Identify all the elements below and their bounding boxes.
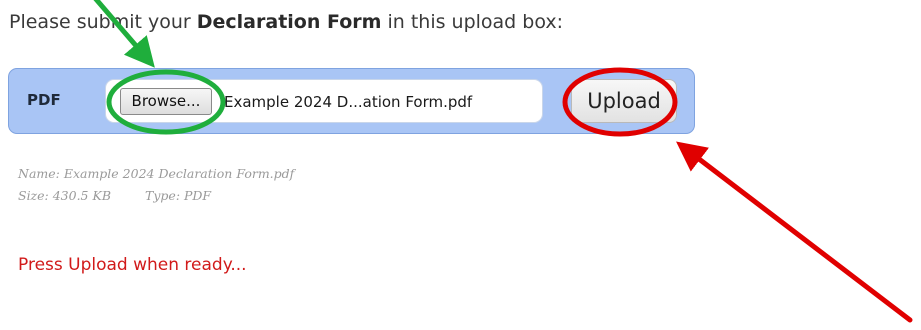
file-info-type: Type: PDF [145,188,212,203]
instruction-prefix: Please submit your [9,11,197,33]
browse-button[interactable]: Browse... [120,88,212,115]
file-info: Name: Example 2024 Declaration Form.pdf … [18,163,294,207]
file-info-name: Name: Example 2024 Declaration Form.pdf [18,166,295,181]
instruction-text: Please submit your Declaration Form in t… [9,8,563,36]
status-message: Press Upload when ready... [18,255,247,275]
instruction-suffix: in this upload box: [381,11,564,33]
instruction-bold: Declaration Form [196,11,382,33]
selected-file-name: Example 2024 D...ation Form.pdf [224,93,473,111]
red-arrow [676,141,913,323]
upload-box: PDF Browse... Example 2024 D...ation For… [8,68,695,134]
file-info-size: Size: 430.5 KB [18,188,112,203]
file-input[interactable]: Browse... Example 2024 D...ation Form.pd… [105,79,543,123]
file-type-label: PDF [27,91,61,109]
upload-button[interactable]: Upload [571,79,677,123]
